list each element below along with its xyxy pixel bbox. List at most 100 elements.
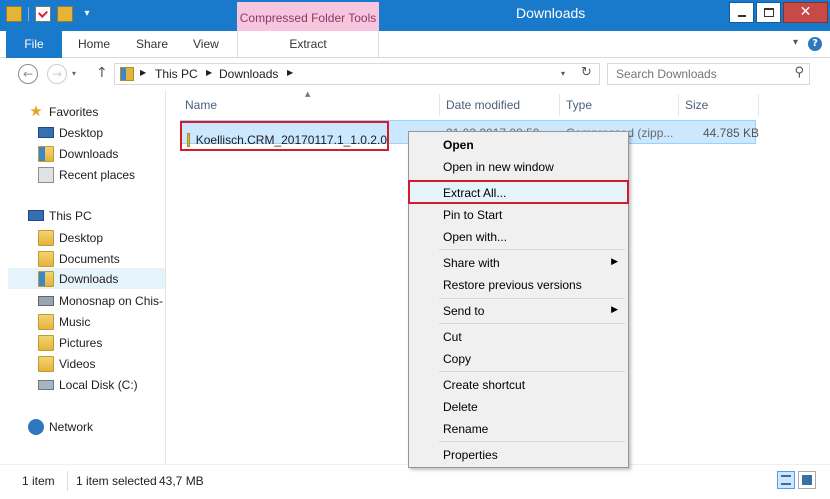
menu-item-restore-versions[interactable]: Restore previous versions <box>410 274 627 296</box>
search-icon[interactable]: ⚲ <box>794 65 804 80</box>
up-button[interactable]: ↑ <box>96 65 108 81</box>
menu-item-cut[interactable]: Cut <box>410 326 627 348</box>
nav-network[interactable]: Network <box>28 416 93 437</box>
title-bar: ▾ Compressed Folder Tools Downloads ✕ <box>0 0 830 33</box>
menu-item-share-with[interactable]: Share with ▶ <box>410 252 627 274</box>
menu-item-copy[interactable]: Copy <box>410 348 627 370</box>
close-button[interactable]: ✕ <box>783 2 828 23</box>
nav-fav-downloads-label: Downloads <box>59 146 119 161</box>
status-selected: 1 item selected <box>76 474 157 488</box>
menu-separator <box>439 298 625 299</box>
expand-ribbon-icon[interactable]: ▾ <box>793 37 798 51</box>
status-separator <box>67 471 68 491</box>
forward-button[interactable]: → <box>47 64 67 84</box>
highlight-box <box>408 180 629 204</box>
menu-item-delete[interactable]: Delete <box>410 396 627 418</box>
properties-check-icon[interactable] <box>35 6 51 22</box>
desktop-icon <box>38 127 54 138</box>
ribbon-right-controls: ▾ ? <box>793 37 822 51</box>
large-icons-view-button[interactable] <box>798 471 816 489</box>
menu-separator <box>439 441 625 442</box>
file-name-cell[interactable]: Koellisch.CRM_20170117.1_1.0.2.0 <box>180 121 389 151</box>
file-size: 44.785 KB <box>703 126 760 140</box>
nav-downloads[interactable]: Downloads <box>8 268 165 289</box>
nav-videos[interactable]: Videos <box>38 353 95 374</box>
nav-music[interactable]: Music <box>38 311 90 332</box>
search-input[interactable] <box>616 67 786 81</box>
recent-places-icon <box>38 166 54 183</box>
menu-separator <box>439 249 625 250</box>
column-name[interactable]: Name <box>179 94 440 116</box>
arrow-right-icon: → <box>51 67 63 81</box>
star-icon: ★ <box>29 102 43 120</box>
tab-view[interactable]: View <box>179 31 233 57</box>
tab-share[interactable]: Share <box>122 31 182 57</box>
address-bar[interactable]: ▶ This PC ▶ Downloads ▶ ▾ ↻ <box>114 63 600 85</box>
menu-item-properties[interactable]: Properties <box>410 444 627 466</box>
menu-item-rename[interactable]: Rename <box>410 418 627 440</box>
menu-item-pin-to-start[interactable]: Pin to Start <box>410 204 627 226</box>
help-icon[interactable]: ? <box>808 37 822 51</box>
refresh-icon[interactable]: ↻ <box>581 65 592 80</box>
menu-item-create-shortcut[interactable]: Create shortcut <box>410 374 627 396</box>
network-drive-icon <box>38 295 54 306</box>
status-size: 43,7 MB <box>159 474 204 488</box>
column-type[interactable]: Type <box>560 94 679 116</box>
nav-favorites[interactable]: ★ Favorites <box>28 101 98 122</box>
ribbon-tabs: File Home Share View Extract ▾ ? <box>0 31 830 58</box>
tab-file[interactable]: File <box>6 31 62 58</box>
properties-icon[interactable] <box>6 6 22 22</box>
videos-folder-icon <box>38 355 54 372</box>
music-folder-icon <box>38 313 54 330</box>
nav-local-disk-label: Local Disk (C:) <box>59 377 138 392</box>
menu-item-send-to[interactable]: Send to ▶ <box>410 300 627 322</box>
nav-desktop[interactable]: Desktop <box>38 227 103 248</box>
navigation-bar: ← → ▾ ↑ ▶ This PC ▶ Downloads ▶ ▾ ↻ ⚲ <box>0 58 830 90</box>
downloads-folder-icon <box>38 270 54 287</box>
nav-monosnap[interactable]: Monosnap on Chis- <box>38 290 163 311</box>
address-dropdown-icon[interactable]: ▾ <box>561 69 565 78</box>
column-date[interactable]: Date modified <box>440 94 560 116</box>
tab-home[interactable]: Home <box>64 31 124 57</box>
details-view-button[interactable] <box>777 471 795 489</box>
new-folder-icon[interactable] <box>57 6 73 22</box>
breadcrumb-downloads[interactable]: Downloads <box>219 67 278 81</box>
chevron-down-icon[interactable]: ▾ <box>79 6 95 22</box>
search-box[interactable]: ⚲ <box>607 63 810 85</box>
minimize-button[interactable] <box>729 2 754 23</box>
nav-pictures[interactable]: Pictures <box>38 332 102 353</box>
nav-fav-downloads[interactable]: Downloads <box>38 143 118 164</box>
nav-documents[interactable]: Documents <box>38 248 120 269</box>
status-item-count: 1 item <box>22 474 55 488</box>
zip-folder-icon <box>187 132 190 147</box>
computer-icon <box>28 210 44 221</box>
arrow-left-icon: ← <box>22 67 34 81</box>
maximize-button[interactable] <box>756 2 781 23</box>
nav-this-pc[interactable]: This PC <box>28 205 92 226</box>
nav-fav-recent-label: Recent places <box>59 167 136 182</box>
close-icon: ✕ <box>799 4 812 20</box>
menu-item-open[interactable]: Open <box>410 134 627 156</box>
details-view-icon <box>781 475 791 485</box>
breadcrumb-separator-icon: ▶ <box>206 68 213 77</box>
nav-videos-label: Videos <box>59 356 96 371</box>
downloads-folder-icon <box>38 145 54 162</box>
recent-locations-icon[interactable]: ▾ <box>72 69 76 78</box>
breadcrumb-separator-icon: ▶ <box>287 68 294 77</box>
tab-extract[interactable]: Extract <box>237 31 379 57</box>
window-controls: ✕ <box>729 2 828 23</box>
nav-this-pc-label: This PC <box>49 208 92 223</box>
quick-access-toolbar: ▾ <box>6 6 95 22</box>
menu-item-open-with[interactable]: Open with... <box>410 226 627 248</box>
column-size[interactable]: Size <box>679 94 759 116</box>
menu-item-open-new-window[interactable]: Open in new window <box>410 156 627 178</box>
menu-item-share-with-label: Share with <box>443 256 500 270</box>
nav-local-disk[interactable]: Local Disk (C:) <box>38 374 138 395</box>
nav-monosnap-label: Monosnap on Chis- <box>59 293 164 308</box>
back-button[interactable]: ← <box>18 64 38 84</box>
breadcrumb-separator-icon: ▶ <box>140 68 147 77</box>
nav-fav-recent[interactable]: Recent places <box>38 164 135 185</box>
breadcrumb-this-pc[interactable]: This PC <box>155 67 198 81</box>
nav-fav-desktop[interactable]: Desktop <box>38 122 103 143</box>
context-tab-header: Compressed Folder Tools <box>237 2 379 33</box>
